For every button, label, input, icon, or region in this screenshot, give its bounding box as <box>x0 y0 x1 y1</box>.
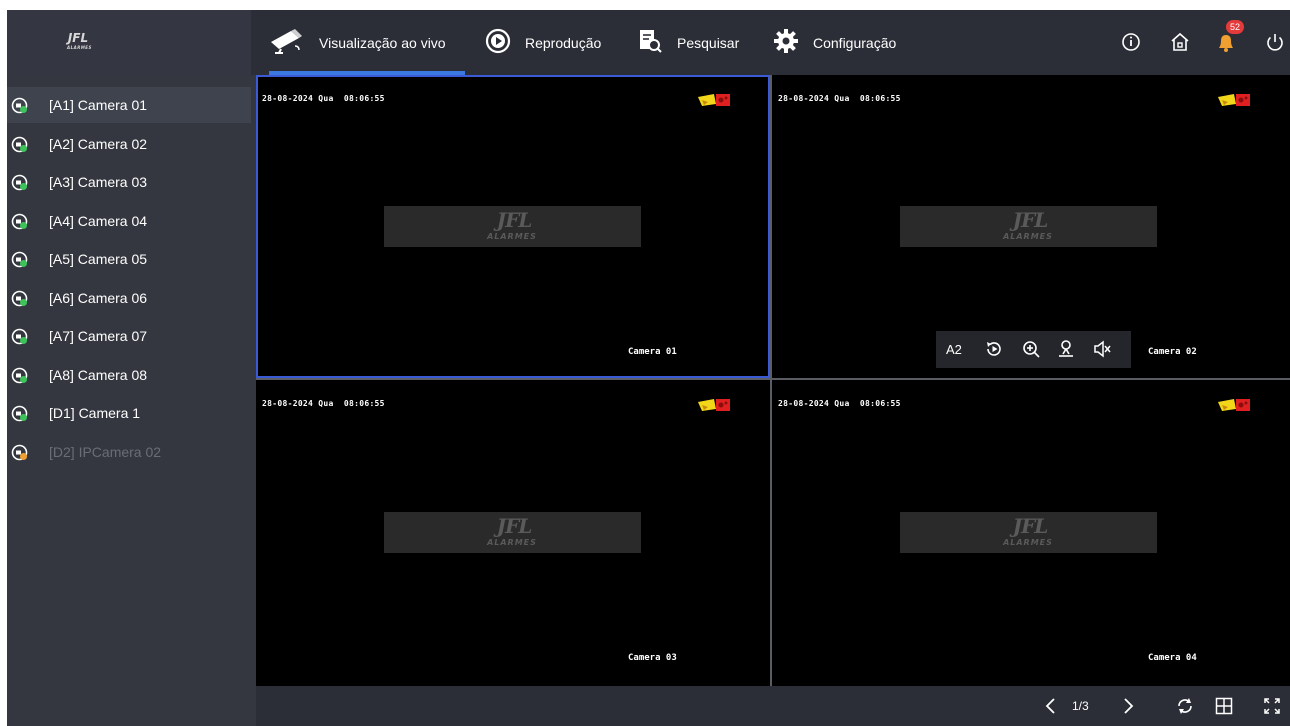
refresh-icon[interactable] <box>1175 696 1195 716</box>
camera-status-icon <box>11 251 28 268</box>
camera-status-icon <box>11 174 28 191</box>
tab-live-view[interactable]: Visualização ao vivo <box>269 10 465 75</box>
info-icon[interactable] <box>1119 30 1143 54</box>
camera-list-label: [A2] Camera 02 <box>49 135 148 152</box>
gear-icon <box>773 28 799 57</box>
watermark-text: JFL <box>1012 514 1049 538</box>
tile-camera-name: Camera 02 <box>1148 347 1197 357</box>
tile-channel-label: A2 <box>946 342 962 357</box>
recording-status-icon <box>698 92 734 108</box>
camera-list-item[interactable]: [D2] IPCamera 02 <box>7 434 251 470</box>
camera-list-label: [D2] IPCamera 02 <box>49 443 162 460</box>
prev-page-icon[interactable] <box>1041 696 1061 716</box>
watermark-text: JFL <box>496 514 533 538</box>
tile-camera-name: Camera 03 <box>628 653 677 663</box>
tile-toolbar: A2 <box>936 331 1131 368</box>
tab-playback-label: Reprodução <box>525 34 602 51</box>
nvr-app: JFL ALARMES Visualização ao vivo Reprodu… <box>7 10 1290 726</box>
tab-playback[interactable]: Reprodução <box>485 10 615 75</box>
camera-status-icon <box>11 328 28 345</box>
fullscreen-icon[interactable] <box>1262 696 1282 716</box>
search-file-icon <box>637 28 663 57</box>
watermark-text: JFL <box>1012 208 1049 232</box>
camera-status-icon <box>11 405 28 422</box>
video-timestamp: 28-08-2024 Qua 08:06:55 <box>262 399 385 408</box>
ptz-icon[interactable] <box>1056 339 1076 359</box>
video-tile[interactable]: 28-08-2024 Qua 08:06:55 JFL ALARMES Camera … <box>772 380 1290 686</box>
page-indicator: 1/3 <box>1072 699 1089 713</box>
watermark-subtext: ALARMES <box>1003 232 1053 241</box>
watermark-subtext: ALARMES <box>487 538 537 547</box>
digital-zoom-icon[interactable] <box>1021 339 1041 359</box>
logo-area: JFL ALARMES <box>7 10 251 75</box>
camera-list-label: [A1] Camera 01 <box>49 97 148 113</box>
camera-status-icon <box>11 444 28 461</box>
instant-playback-icon[interactable] <box>984 339 1004 359</box>
watermark-text: JFL <box>496 208 533 232</box>
brand-watermark: JFL ALARMES <box>900 206 1157 247</box>
layout-grid-icon[interactable] <box>1214 696 1234 716</box>
audio-mute-icon[interactable] <box>1092 339 1112 359</box>
camera-list-item[interactable]: [A8] Camera 08 <box>7 357 251 393</box>
video-timestamp: 28-08-2024 Qua 08:06:55 <box>778 94 901 103</box>
camera-status-icon <box>11 213 28 230</box>
video-tile[interactable]: 28-08-2024 Qua 08:06:55 JFL ALARMES Camera … <box>256 380 770 686</box>
brand-watermark: JFL ALARMES <box>384 512 641 553</box>
tab-configuration-label: Configuração <box>813 34 897 51</box>
camera-list-item[interactable]: [A6] Camera 06 <box>7 280 251 316</box>
home-icon[interactable] <box>1168 30 1192 54</box>
camera-list-item[interactable]: [A5] Camera 05 <box>7 241 251 277</box>
recording-status-icon <box>1218 397 1254 413</box>
camera-list-item[interactable]: [D1] Camera 1 <box>7 395 251 431</box>
watermark-subtext: ALARMES <box>487 232 537 241</box>
next-page-icon[interactable] <box>1118 696 1138 716</box>
video-timestamp: 28-08-2024 Qua 08:06:55 <box>778 399 901 408</box>
camera-list-item[interactable]: [A7] Camera 07 <box>7 318 251 354</box>
camera-status-icon <box>11 367 28 384</box>
camera-status-icon <box>11 136 28 153</box>
live-view-grid: 28-08-2024 Qua 08:06:55 JFL ALARMES Camera … <box>256 75 1290 686</box>
camera-list-label: [D1] Camera 1 <box>49 405 141 421</box>
camera-list-label: [A4] Camera 04 <box>49 212 148 229</box>
camera-list-label: [A7] Camera 07 <box>49 328 148 344</box>
camera-list-label: [A5] Camera 05 <box>49 251 148 267</box>
recording-status-icon <box>1218 92 1254 108</box>
brand-logo: JFL ALARMES <box>67 31 92 53</box>
camera-status-icon <box>11 290 28 307</box>
camera-list-label: [A8] Camera 08 <box>49 366 148 383</box>
watermark-subtext: ALARMES <box>1003 538 1053 547</box>
logo-subtext: ALARMES <box>67 45 92 50</box>
brand-watermark: JFL ALARMES <box>384 206 641 247</box>
camera-status-icon <box>11 97 28 114</box>
power-icon[interactable] <box>1263 30 1287 54</box>
camera-list-label: [A3] Camera 03 <box>49 174 148 190</box>
camera-list-item[interactable]: [A1] Camera 01 <box>7 87 251 123</box>
tab-live-view-label: Visualização ao vivo <box>319 34 446 51</box>
recording-status-icon <box>698 397 734 413</box>
video-tile[interactable]: 28-08-2024 Qua 08:06:55 JFL ALARMES Camera … <box>256 75 770 378</box>
tile-camera-name: Camera 01 <box>628 347 677 357</box>
top-bar: JFL ALARMES Visualização ao vivo Reprodu… <box>7 10 1290 75</box>
logo-text: JFL <box>67 31 89 45</box>
notification-badge: 52 <box>1226 20 1244 34</box>
bottom-bar: 1/3 <box>256 686 1290 726</box>
tab-configuration[interactable]: Configuração <box>773 10 923 75</box>
camera-list-item[interactable]: [A4] Camera 04 <box>7 203 251 239</box>
video-timestamp: 28-08-2024 Qua 08:06:55 <box>262 94 385 103</box>
tile-camera-name: Camera 04 <box>1148 653 1197 663</box>
camera-list-item[interactable]: [A3] Camera 03 <box>7 164 251 200</box>
tab-search-label: Pesquisar <box>677 34 740 51</box>
brand-watermark: JFL ALARMES <box>900 512 1157 553</box>
camera-icon <box>269 28 305 57</box>
camera-list-label: [A6] Camera 06 <box>49 289 148 306</box>
playback-icon <box>485 28 511 57</box>
tab-search[interactable]: Pesquisar <box>637 10 745 75</box>
camera-list-sidebar: [A1] Camera 01 [A2] Camera 02 [A3] Camera … <box>7 75 256 726</box>
camera-list-item[interactable]: [A2] Camera 02 <box>7 126 251 162</box>
